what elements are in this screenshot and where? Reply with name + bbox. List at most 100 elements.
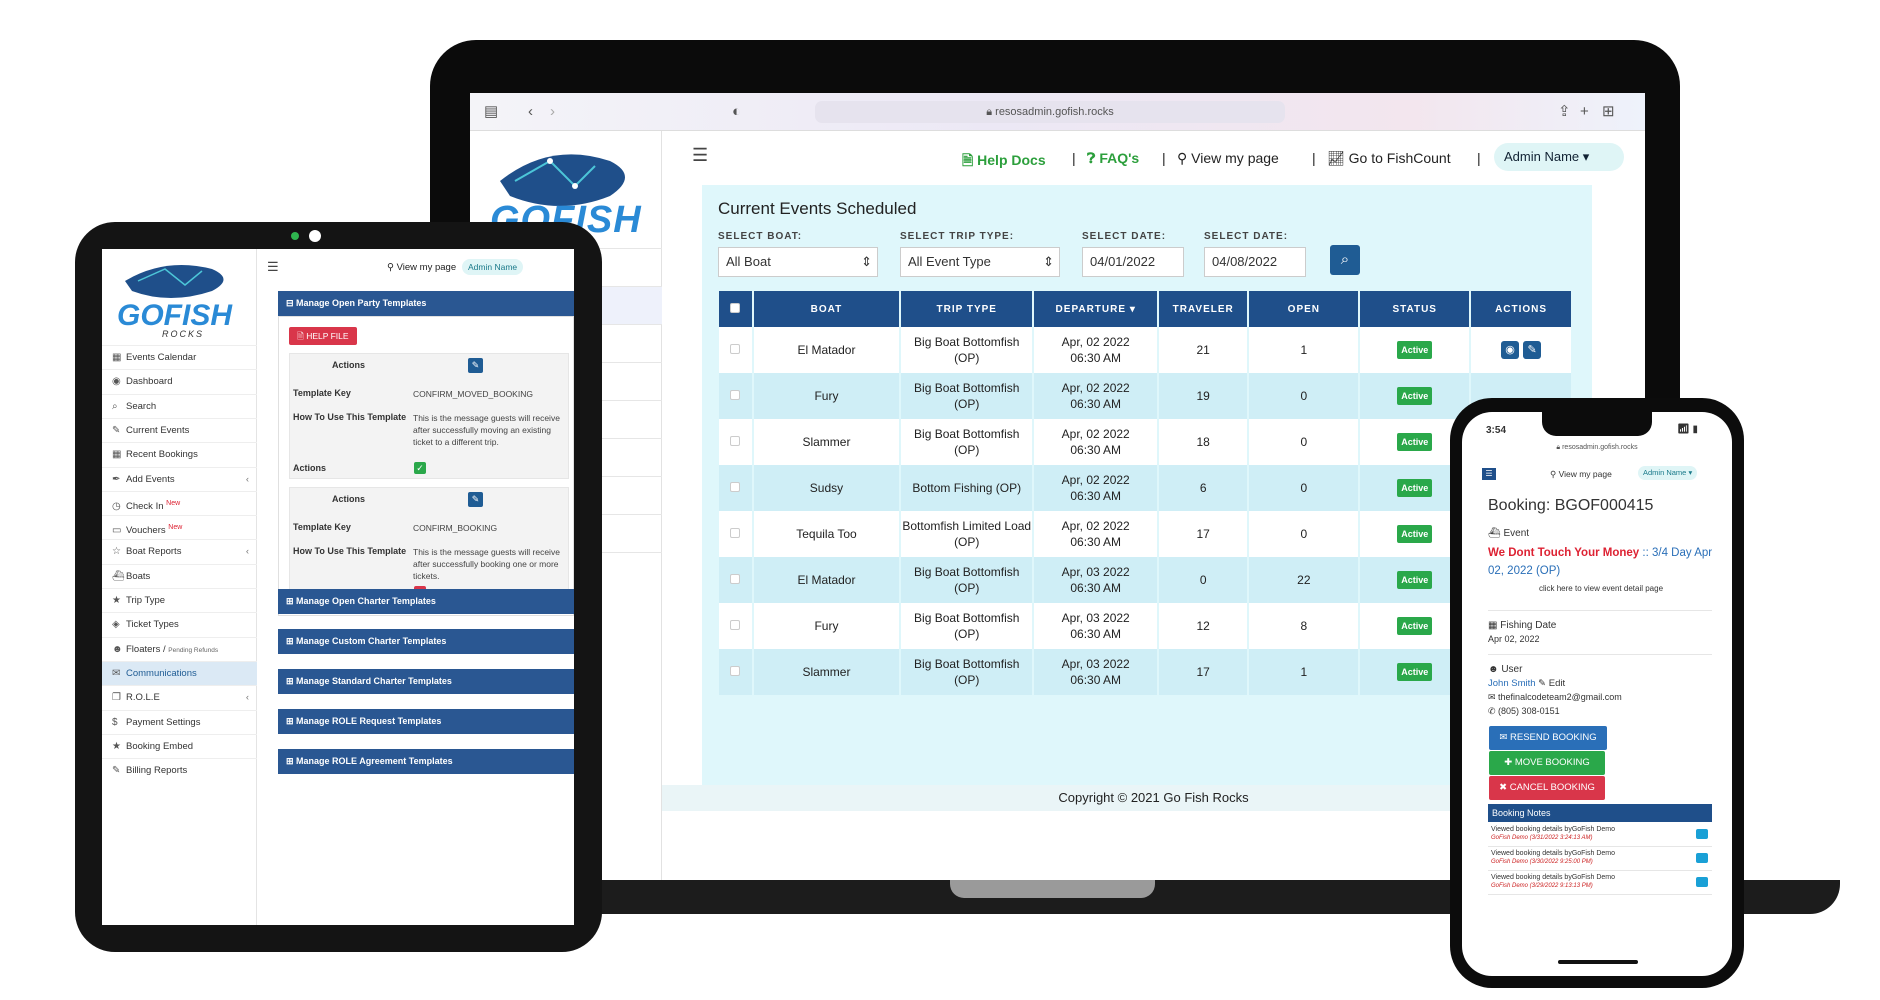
row-checkbox[interactable]	[719, 557, 754, 603]
table-row[interactable]: Slammer Big Boat Bottomfish (OP) Apr, 03 2…	[719, 649, 1573, 695]
view-page-link[interactable]: ⚲ View my page	[387, 262, 456, 273]
sidebar-item-boats[interactable]: ⛴Boats	[102, 563, 257, 588]
hamburger-icon[interactable]: ☰	[692, 145, 708, 166]
ship-icon: ⛴	[1488, 528, 1504, 539]
row-checkbox[interactable]	[719, 373, 754, 419]
select-all-checkbox[interactable]	[719, 291, 754, 327]
sidebar-item-add-events[interactable]: ✒ Add Events ‹	[102, 466, 257, 491]
row-checkbox[interactable]	[719, 419, 754, 465]
check-icon[interactable]: ✓	[414, 462, 426, 474]
new-tab-icon[interactable]: +	[1580, 103, 1589, 121]
edit-user-link[interactable]: Edit	[1549, 678, 1565, 689]
boat-select[interactable]: All Boat ⇕	[718, 247, 878, 277]
table-row[interactable]: El Matador Big Boat Bottomfish (OP) Apr, 0…	[719, 557, 1573, 603]
template-key-label: Template Key	[293, 522, 351, 532]
faqs-link[interactable]: ❓︎ FAQ's	[1087, 150, 1139, 167]
forward-icon[interactable]: ›	[550, 103, 555, 121]
row-checkbox[interactable]	[719, 603, 754, 649]
edit-icon[interactable]: ✎	[468, 358, 483, 373]
sidebar-item-billing-reports[interactable]: ✎ Billing Reports	[102, 758, 257, 782]
view-icon[interactable]: ◉	[1501, 341, 1520, 359]
admin-dropdown[interactable]: Admin Name ▾	[1494, 143, 1624, 171]
date-from-label: SELECT DATE:	[1082, 231, 1167, 242]
map-marker-icon: ⚲	[387, 262, 397, 273]
col-open[interactable]: OPEN	[1248, 291, 1361, 327]
camera-indicator-icon	[291, 232, 299, 240]
col-traveler[interactable]: TRAVELER	[1157, 291, 1250, 327]
edit-icon[interactable]: ✎	[468, 492, 483, 507]
col-status[interactable]: STATUS	[1359, 291, 1472, 327]
sidebar-item-events-calendar[interactable]: ▦ Events Calendar	[102, 345, 257, 369]
event-detail-link[interactable]: click here to view event detail page	[1488, 584, 1714, 593]
template-section-header[interactable]: ⊞ Manage ROLE Request Templates	[278, 709, 574, 734]
row-checkbox[interactable]	[719, 511, 754, 557]
back-icon[interactable]: ‹	[528, 103, 533, 121]
calendar-icon: ▦	[112, 352, 122, 363]
sidebar-toggle-icon[interactable]: ▤	[484, 103, 498, 121]
fishcount-link[interactable]: 📈︎ Go to FishCount	[1327, 150, 1451, 167]
search-button[interactable]: ⌕	[1330, 245, 1360, 275]
event-name[interactable]: We Dont Touch Your Money :: 3/4 Day Apr …	[1488, 544, 1714, 580]
sidebar-item-booking-embed[interactable]: ★ Booking Embed	[102, 733, 257, 758]
url-bar[interactable]: 🔒︎ resosadmin.gofish.rocks	[815, 101, 1285, 123]
sidebar-item-communications[interactable]: ✉ Communications	[102, 660, 257, 686]
row-checkbox[interactable]	[719, 649, 754, 695]
sidebar-item-current-events[interactable]: ✎ Current Events	[102, 417, 257, 442]
help-docs-link[interactable]: 🗎︎ Help Docs	[962, 150, 1046, 174]
help-file-button[interactable]: 🗎︎ HELP FILE	[289, 327, 357, 345]
table-row[interactable]: Fury Big Boat Bottomfish (OP) Apr, 02 2022…	[719, 373, 1573, 419]
hamburger-icon[interactable]: ☰	[1482, 468, 1496, 480]
sort-down-icon: ▾	[1129, 303, 1136, 315]
user-name-link[interactable]: John Smith	[1488, 678, 1536, 689]
edit-note-icon[interactable]	[1696, 853, 1708, 863]
edit-note-icon[interactable]	[1696, 877, 1708, 887]
template-section-header[interactable]: ⊞ Manage Custom Charter Templates	[278, 629, 574, 654]
table-row[interactable]: Sudsy Bottom Fishing (OP) Apr, 02 2022 06:3…	[719, 465, 1573, 511]
sidebar-item-search[interactable]: ⌕ Search	[102, 393, 257, 418]
date-to-input[interactable]: 04/08/2022	[1204, 247, 1306, 277]
resend-email-button[interactable]: ✉ RESEND BOOKING EMAIL	[1489, 726, 1607, 767]
col-boat[interactable]: BOAT	[752, 291, 902, 327]
row-checkbox[interactable]	[719, 465, 754, 511]
sidebar-item-payment-settings[interactable]: $ Payment Settings	[102, 709, 257, 734]
edit-note-icon[interactable]	[1696, 829, 1708, 839]
row-checkbox[interactable]	[719, 327, 754, 373]
sidebar-item-check-in[interactable]: ◷ Check In New	[102, 490, 257, 515]
edit-icon[interactable]: ✎	[1523, 341, 1542, 359]
sidebar-item-dashboard[interactable]: ◉ Dashboard	[102, 369, 257, 393]
hamburger-icon[interactable]: ☰	[267, 259, 279, 275]
share-icon[interactable]: ⇪	[1558, 103, 1571, 121]
template-section-header[interactable]: ⊞ Manage Standard Charter Templates	[278, 669, 574, 694]
sidebar-item-recent-bookings[interactable]: ▦ Recent Bookings	[102, 442, 257, 466]
trip-type-select[interactable]: All Event Type ⇕	[900, 247, 1060, 277]
sidebar-item-r-o-l-e[interactable]: ❐ R.O.L.E ‹	[102, 685, 257, 709]
col-departure[interactable]: DEPARTURE ▾	[1033, 291, 1159, 327]
table-row[interactable]: Tequila Too Bottomfish Limited Load (OP) A…	[719, 511, 1573, 557]
cancel-booking-button[interactable]: ✖ CANCEL BOOKING	[1489, 776, 1605, 800]
traveler-cell: 18	[1157, 419, 1250, 465]
users-icon: ☻	[112, 643, 123, 655]
table-row[interactable]: Slammer Big Boat Bottomfish (OP) Apr, 02 2…	[719, 419, 1573, 465]
sidebar-item-ticket-types[interactable]: ◈ Ticket Types	[102, 612, 257, 636]
tabs-overview-icon[interactable]: ⊞	[1602, 103, 1615, 121]
view-page-link[interactable]: ⚲ View my page	[1550, 469, 1612, 480]
lock-icon: 🔒︎	[986, 106, 996, 118]
table-row[interactable]: Fury Big Boat Bottomfish (OP) Apr, 03 2022…	[719, 603, 1573, 649]
open-cell: 0	[1248, 373, 1361, 419]
sidebar-item-boat-reports[interactable]: ☆ Boat Reports ‹	[102, 539, 257, 563]
date-from-input[interactable]: 04/01/2022	[1082, 247, 1184, 277]
template-section-header[interactable]: ⊞ Manage ROLE Agreement Templates	[278, 749, 574, 774]
nav-divider: |	[1312, 150, 1316, 166]
sidebar-item-trip-type[interactable]: ★ Trip Type	[102, 588, 257, 612]
col-trip-type[interactable]: TRIP TYPE	[900, 291, 1035, 327]
table-row[interactable]: El Matador Big Boat Bottomfish (OP) Apr, 0…	[719, 327, 1573, 373]
open-party-templates-header[interactable]: ⊟ Manage Open Party Templates	[278, 291, 574, 316]
move-booking-button[interactable]: ✚ MOVE BOOKING	[1489, 751, 1605, 775]
template-section-header[interactable]: ⊞ Manage Open Charter Templates	[278, 589, 574, 614]
admin-dropdown[interactable]: Admin Name ▾	[1638, 466, 1698, 480]
view-page-link[interactable]: ⚲ View my page	[1177, 150, 1279, 167]
sidebar-item-vouchers[interactable]: ▭ Vouchers New	[102, 515, 257, 539]
sidebar-item-floaters[interactable]: ☻ Floaters / Pending Refunds	[102, 636, 257, 661]
admin-dropdown[interactable]: Admin Name	[462, 259, 524, 275]
open-cell: 22	[1248, 557, 1361, 603]
